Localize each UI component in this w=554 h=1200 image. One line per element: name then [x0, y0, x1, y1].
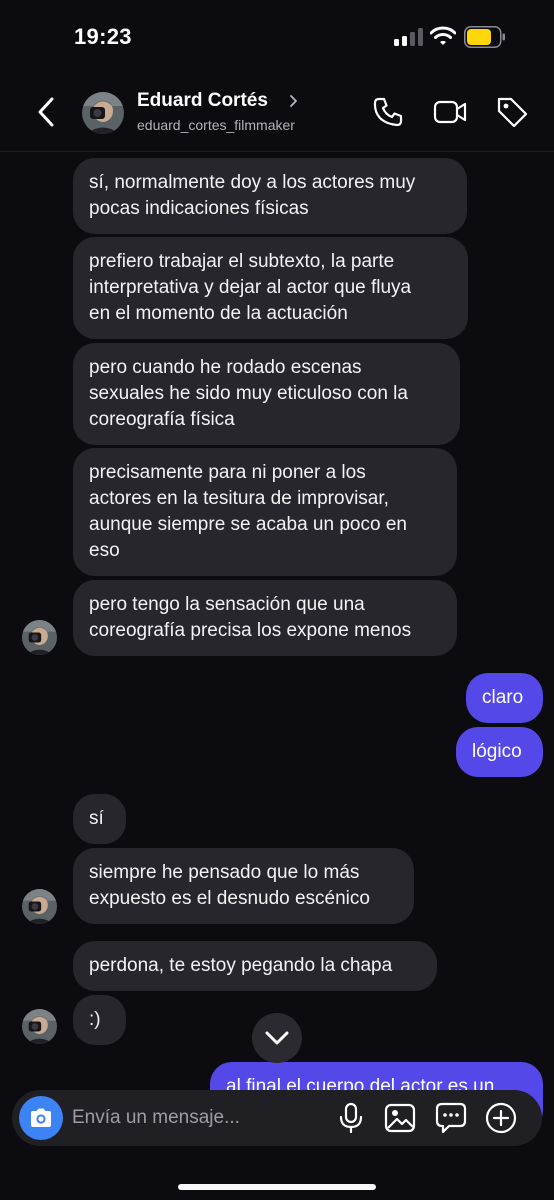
message-text: perdona, te estoy pegando la chapa [89, 955, 393, 976]
chevron-right-icon[interactable] [286, 93, 300, 109]
back-button[interactable] [32, 92, 60, 132]
image-icon[interactable] [383, 1101, 417, 1135]
message-bubble-received[interactable]: siempre he pensado que lo más expuesto e… [73, 848, 414, 924]
sender-avatar[interactable] [22, 889, 57, 924]
message-text: prefiero trabajar el subtexto, la parte … [89, 251, 412, 324]
message-text: pero cuando he rodado escenas sexuales h… [89, 357, 408, 430]
message-composer [12, 1090, 542, 1146]
scroll-to-bottom-button[interactable] [252, 1013, 302, 1063]
message-bubble-received[interactable]: :) [73, 995, 126, 1045]
message-text: :) [89, 1009, 101, 1030]
contact-avatar[interactable] [82, 92, 124, 134]
chevron-down-icon [265, 1031, 289, 1045]
message-text: lógico [472, 741, 522, 762]
message-bubble-received[interactable]: pero cuando he rodado escenas sexuales h… [73, 343, 460, 445]
message-text: sí [89, 808, 104, 829]
chat-header: Eduard Cortés eduard_cortes_filmmaker [0, 72, 554, 152]
message-bubble-sent[interactable]: claro [466, 673, 543, 723]
video-camera-icon[interactable] [432, 94, 468, 130]
sender-avatar[interactable] [22, 1009, 57, 1044]
message-text: pero tengo la sensación que una coreogra… [89, 594, 412, 641]
message-bubble-received[interactable]: prefiero trabajar el subtexto, la parte … [73, 237, 468, 339]
camera-button[interactable] [19, 1096, 63, 1140]
microphone-icon[interactable] [334, 1101, 368, 1135]
message-bubble-received[interactable]: sí [73, 794, 126, 844]
message-text: claro [482, 687, 524, 708]
chevron-left-icon [38, 97, 54, 127]
wifi-icon [430, 26, 456, 45]
battery-low-power-icon [464, 26, 505, 48]
contact-name[interactable]: Eduard Cortés [137, 90, 268, 112]
message-bubble-received[interactable]: precisamente para ni poner a los actores… [73, 448, 457, 576]
message-bubble-sent[interactable]: lógico [456, 727, 543, 777]
message-text: siempre he pensado que lo más expuesto e… [89, 862, 370, 909]
sender-avatar[interactable] [22, 620, 57, 655]
home-indicator[interactable] [178, 1184, 376, 1190]
sticker-icon[interactable] [434, 1101, 468, 1135]
cellular-signal-icon [394, 28, 424, 46]
message-text: precisamente para ni poner a los actores… [89, 462, 407, 561]
status-bar: 19:23 [0, 0, 554, 72]
phone-icon[interactable] [370, 94, 406, 130]
message-bubble-received[interactable]: sí, normalmente doy a los actores muy po… [73, 158, 467, 234]
message-text: sí, normalmente doy a los actores muy po… [89, 172, 416, 219]
camera-icon [31, 1108, 51, 1127]
message-bubble-received[interactable]: perdona, te estoy pegando la chapa [73, 941, 437, 991]
tag-icon[interactable] [494, 94, 530, 130]
message-input[interactable] [72, 1098, 322, 1138]
message-bubble-received[interactable]: pero tengo la sensación que una coreogra… [73, 580, 457, 656]
contact-handle[interactable]: eduard_cortes_filmmaker [137, 117, 295, 133]
status-time: 19:23 [74, 24, 132, 49]
plus-icon[interactable] [484, 1101, 518, 1135]
